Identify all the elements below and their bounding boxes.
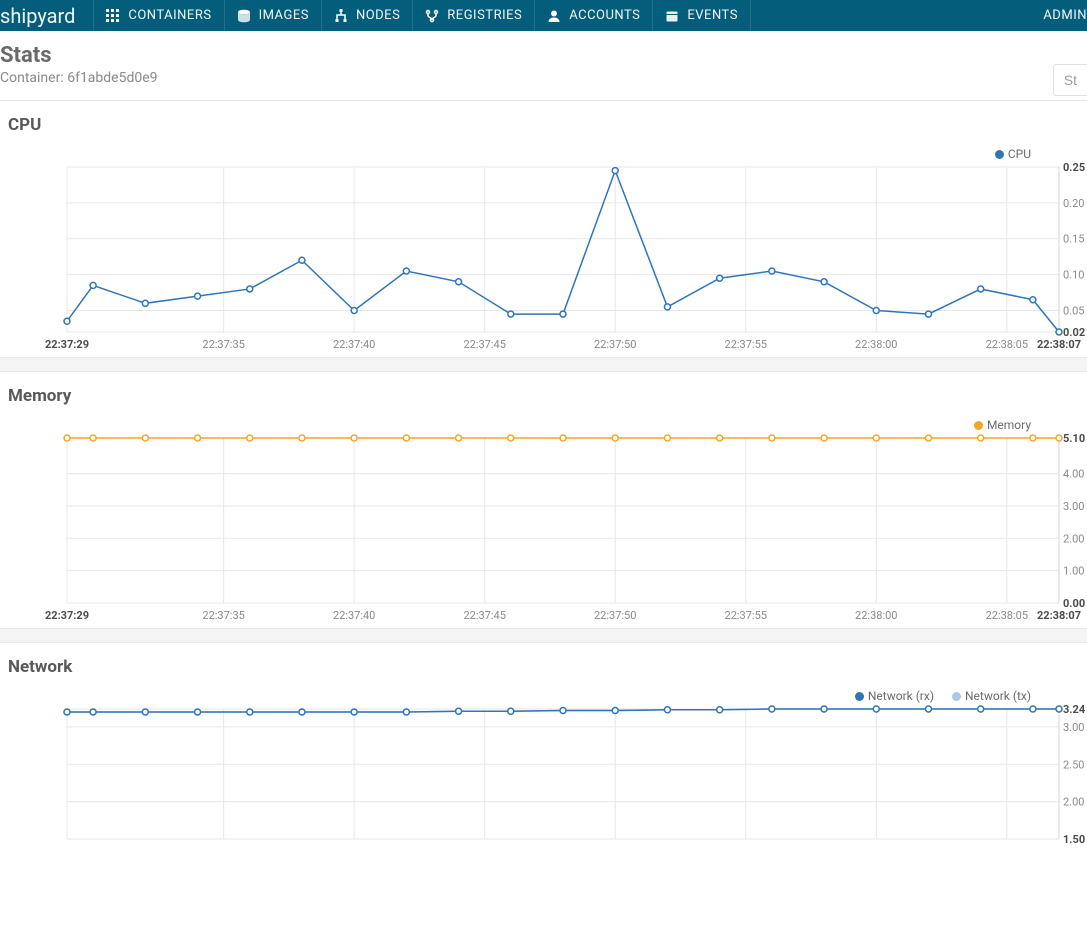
nav-item-nodes[interactable]: NODES <box>322 0 413 31</box>
svg-text:4.00: 4.00 <box>1063 468 1084 481</box>
legend-label: Network (tx) <box>965 689 1031 703</box>
chart-cpu: CPU 0.020.050.100.150.200.2522:37:2922:3… <box>0 147 1087 357</box>
legend-dot-rx <box>855 692 864 701</box>
svg-text:22:37:40: 22:37:40 <box>333 338 375 351</box>
svg-text:22:37:29: 22:37:29 <box>45 609 89 622</box>
svg-text:2.00: 2.00 <box>1063 796 1084 809</box>
svg-text:3.00: 3.00 <box>1063 721 1084 734</box>
svg-text:5.10: 5.10 <box>1063 432 1085 445</box>
calendar-icon <box>665 9 679 23</box>
nav-item-accounts[interactable]: ACCOUNTS <box>535 0 653 31</box>
tab-button[interactable]: St <box>1053 64 1087 96</box>
fork-icon <box>425 9 439 23</box>
svg-text:2.00: 2.00 <box>1063 532 1084 545</box>
nav-admin[interactable]: ADMIN <box>1029 8 1087 23</box>
section-network: Network Network (rx) Network (tx) 1.50 2.… <box>0 643 1087 849</box>
logo[interactable]: shipyard <box>0 4 75 28</box>
svg-text:22:37:55: 22:37:55 <box>725 609 767 622</box>
svg-text:22:37:40: 22:37:40 <box>333 609 375 622</box>
nav-item-containers[interactable]: CONTAINERS <box>93 0 224 31</box>
svg-text:22:38:07: 22:38:07 <box>1037 338 1081 351</box>
legend-label: Memory <box>987 418 1031 432</box>
svg-text:3.00: 3.00 <box>1063 500 1084 513</box>
svg-text:22:37:55: 22:37:55 <box>725 338 767 351</box>
legend-label: Network (rx) <box>868 689 934 703</box>
svg-text:3.24: 3.24 <box>1063 703 1086 716</box>
legend-dot-cpu <box>995 150 1004 159</box>
legend-label: CPU <box>1008 147 1031 161</box>
legend-memory: Memory <box>974 418 1031 432</box>
svg-text:0.10: 0.10 <box>1063 269 1084 282</box>
svg-text:22:38:05: 22:38:05 <box>986 609 1028 622</box>
svg-text:0.15: 0.15 <box>1063 233 1084 246</box>
svg-text:1.50: 1.50 <box>1063 833 1085 846</box>
nav-item-events[interactable]: EVENTS <box>653 0 751 31</box>
nav-item-label: REGISTRIES <box>447 0 522 31</box>
svg-text:22:38:07: 22:38:07 <box>1037 609 1081 622</box>
page-header: Stats Container: 6f1abde5d0e9 St <box>0 31 1087 101</box>
svg-text:22:37:50: 22:37:50 <box>594 609 636 622</box>
svg-text:22:37:29: 22:37:29 <box>45 338 89 351</box>
legend-dot-tx <box>952 692 961 701</box>
page-subtitle: Container: 6f1abde5d0e9 <box>0 70 158 86</box>
section-title-memory: Memory <box>8 386 1087 406</box>
svg-text:22:37:50: 22:37:50 <box>594 338 636 351</box>
sub-prefix: Container: <box>0 70 67 86</box>
svg-text:22:38:00: 22:38:00 <box>855 609 897 622</box>
svg-text:2.50: 2.50 <box>1063 758 1084 771</box>
section-title-cpu: CPU <box>8 115 1087 135</box>
nav-item-label: IMAGES <box>259 0 309 31</box>
section-title-network: Network <box>8 657 1087 677</box>
svg-text:0.25: 0.25 <box>1063 161 1085 174</box>
svg-text:0.20: 0.20 <box>1063 197 1084 210</box>
chart-network: Network (rx) Network (tx) 1.50 2.00 2.50 3.… <box>0 689 1087 849</box>
page-title: Stats <box>0 43 158 68</box>
plot-cpu: 0.020.050.100.150.200.2522:37:2922:37:35… <box>0 147 1087 357</box>
top-nav: shipyard CONTAINERS IMAGES NODES REGISTR… <box>0 0 1087 31</box>
plot-network: 1.50 2.00 2.50 3.00 3.24 <box>0 689 1087 849</box>
legend-dot-memory <box>974 421 983 430</box>
legend-network: Network (rx) Network (tx) <box>855 689 1031 703</box>
svg-text:22:37:45: 22:37:45 <box>463 338 505 351</box>
svg-text:22:37:35: 22:37:35 <box>202 338 244 351</box>
nav-item-label: EVENTS <box>687 0 738 31</box>
grid-icon <box>106 9 120 23</box>
chart-memory: Memory 0.001.002.003.004.005.1022:37:292… <box>0 418 1087 628</box>
disk-icon <box>237 9 251 23</box>
container-id: 6f1abde5d0e9 <box>67 70 157 86</box>
tree-icon <box>334 9 348 23</box>
nav-item-label: ACCOUNTS <box>569 0 640 31</box>
section-memory: Memory Memory 0.001.002.003.004.005.1022… <box>0 372 1087 628</box>
svg-text:22:38:00: 22:38:00 <box>855 338 897 351</box>
svg-text:0.05: 0.05 <box>1063 304 1084 317</box>
legend-cpu: CPU <box>995 147 1031 161</box>
nav-item-images[interactable]: IMAGES <box>225 0 322 31</box>
person-icon <box>547 9 561 23</box>
svg-text:22:37:45: 22:37:45 <box>463 609 505 622</box>
svg-text:22:38:05: 22:38:05 <box>986 338 1028 351</box>
nav-item-label: NODES <box>356 0 400 31</box>
plot-memory: 0.001.002.003.004.005.1022:37:2922:37:35… <box>0 418 1087 628</box>
nav-item-registries[interactable]: REGISTRIES <box>413 0 535 31</box>
nav-item-label: CONTAINERS <box>128 0 211 31</box>
section-separator <box>0 628 1087 643</box>
svg-text:22:37:35: 22:37:35 <box>202 609 244 622</box>
section-separator <box>0 357 1087 372</box>
section-cpu: CPU CPU 0.020.050.100.150.200.2522:37:29… <box>0 101 1087 357</box>
svg-text:1.00: 1.00 <box>1063 565 1084 578</box>
